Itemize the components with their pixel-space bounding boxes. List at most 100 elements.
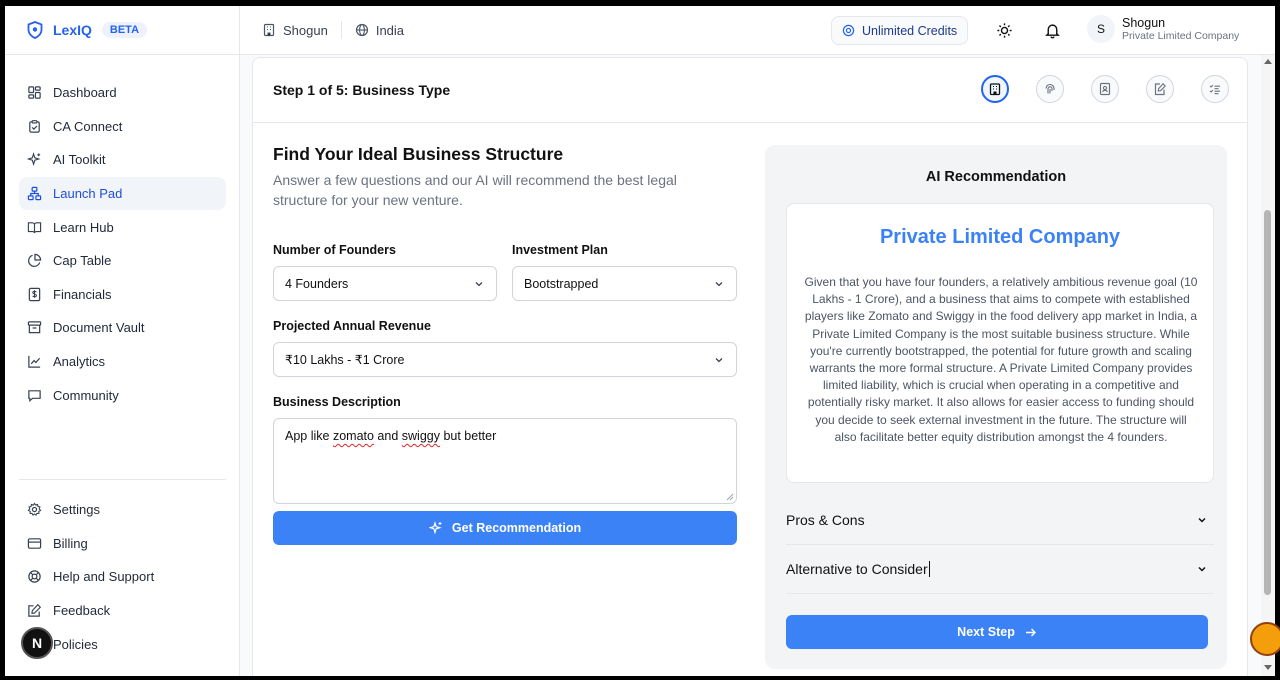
step-5-checklist-icon[interactable]: [1201, 75, 1229, 103]
main-content: Step 1 of 5: Business Type Find Your Ide…: [240, 55, 1275, 676]
user-menu[interactable]: S Shogun Private Limited Company: [1087, 15, 1239, 43]
sidebar-item-launch-pad[interactable]: Launch Pad: [19, 176, 226, 211]
chevron-down-icon: [715, 358, 723, 363]
step-4-document-edit-icon[interactable]: [1146, 75, 1174, 103]
sidebar-item-community[interactable]: Community: [19, 378, 226, 412]
recommended-structure: Private Limited Company: [879, 226, 1121, 248]
avatar: S: [1087, 15, 1115, 43]
sidebar-item-financials[interactable]: Financials: [19, 278, 226, 312]
alternative-label: Alternative to Consider: [786, 561, 928, 577]
clipboard-check-icon: [27, 119, 42, 134]
user-name: Shogun: [1122, 15, 1166, 30]
scrollbar-thumb[interactable]: [1264, 210, 1271, 595]
app-window: LexIQ BETA Dashboard CA Connect AI Toolk…: [5, 6, 1275, 676]
sidebar: LexIQ BETA Dashboard CA Connect AI Toolk…: [5, 6, 240, 676]
text-cursor: [928, 561, 930, 577]
credits-button[interactable]: Unlimited Credits: [831, 16, 969, 45]
sidebar-item-label: Settings: [53, 502, 100, 518]
scrollbar[interactable]: [1261, 55, 1275, 676]
sidebar-item-billing[interactable]: Billing: [19, 527, 226, 561]
founders-label: Number of Founders: [273, 243, 396, 257]
resize-handle-icon[interactable]: [726, 493, 734, 501]
workspace-selector[interactable]: Shogun: [240, 23, 328, 38]
sidebar-item-label: Learn Hub: [53, 219, 114, 235]
description-textarea[interactable]: App like zomato and swiggy but better: [273, 418, 737, 504]
chevron-down-icon: [715, 282, 723, 287]
pros-cons-accordion[interactable]: Pros & Cons: [786, 496, 1214, 545]
step-1-building-icon[interactable]: [981, 75, 1009, 103]
sidebar-item-cap-table[interactable]: Cap Table: [19, 244, 226, 278]
description-text: App like: [285, 429, 333, 443]
investment-label: Investment Plan: [512, 243, 608, 257]
chevron-down-icon: [475, 282, 483, 287]
get-recommendation-button[interactable]: Get Recommendation: [273, 511, 737, 545]
misspelled-word: zomato: [332, 429, 374, 443]
scroll-up-arrow-icon[interactable]: [1264, 59, 1272, 64]
step-2-fingerprint-icon[interactable]: [1036, 75, 1064, 103]
brand[interactable]: LexIQ BETA: [5, 6, 239, 55]
sidebar-item-help-and-support[interactable]: Help and Support: [19, 560, 226, 594]
chevron-down-icon: [1198, 517, 1206, 523]
floating-widget-icon[interactable]: [1250, 622, 1280, 656]
description-text: but better: [439, 429, 497, 443]
description-label: Business Description: [273, 395, 401, 409]
sparkles-icon: [27, 152, 42, 167]
chevron-down-icon: [1198, 566, 1206, 572]
founders-value: 4 Founders: [285, 276, 349, 291]
sidebar-item-feedback[interactable]: Feedback: [19, 594, 226, 628]
form-heading: Find Your Ideal Business Structure: [273, 144, 564, 164]
edit-icon: [27, 603, 42, 618]
user-role: Private Limited Company: [1122, 29, 1240, 42]
founders-select[interactable]: 4 Founders: [273, 266, 497, 301]
misspelled-word: swiggy: [401, 429, 440, 443]
pie-chart-icon: [27, 253, 42, 268]
alternative-accordion[interactable]: Alternative to Consider: [786, 545, 1214, 594]
sidebar-item-label: Financials: [53, 286, 112, 302]
credits-label: Unlimited Credits: [862, 23, 958, 38]
recommendation-text: Given that you have four founders, a rel…: [804, 275, 1198, 444]
sidebar-item-label: Feedback: [53, 603, 111, 619]
sidebar-item-analytics[interactable]: Analytics: [19, 345, 226, 379]
scroll-down-arrow-icon[interactable]: [1264, 665, 1272, 670]
sidebar-item-ai-toolkit[interactable]: AI Toolkit: [19, 143, 226, 177]
dashboard-icon: [27, 85, 42, 100]
theme-toggle-sun-icon[interactable]: [995, 21, 1013, 39]
next-step-button[interactable]: Next Step: [786, 615, 1208, 649]
investment-value: Bootstrapped: [524, 276, 599, 291]
revenue-value: ₹10 Lakhs - ₹1 Crore: [285, 353, 405, 367]
sidebar-divider: [19, 479, 226, 480]
chat-icon: [27, 388, 42, 403]
sidebar-item-settings[interactable]: Settings: [19, 493, 226, 527]
sidebar-item-learn-hub[interactable]: Learn Hub: [19, 210, 226, 244]
region-selector[interactable]: India: [342, 23, 404, 38]
launch-pad-icon: [27, 186, 42, 201]
shield-logo-icon: [25, 20, 45, 40]
brand-name: LexIQ: [53, 22, 92, 38]
ai-recommendation-panel: AI Recommendation Private Limited Compan…: [765, 145, 1227, 669]
beta-badge: BETA: [101, 22, 148, 38]
get-recommendation-label: Get Recommendation: [451, 521, 582, 535]
sidebar-item-label: Cap Table: [53, 253, 112, 269]
investment-select[interactable]: Bootstrapped: [512, 266, 737, 301]
archive-icon: [27, 320, 42, 335]
topbar: Shogun India Unlimited Credits S Shogun …: [240, 6, 1275, 55]
bell-icon[interactable]: [1043, 21, 1061, 39]
revenue-label: Projected Annual Revenue: [273, 319, 431, 333]
dev-tools-badge[interactable]: N: [21, 627, 53, 659]
sidebar-item-document-vault[interactable]: Document Vault: [19, 311, 226, 345]
sidebar-item-label: AI Toolkit: [53, 152, 106, 168]
step-3-id-card-icon[interactable]: [1091, 75, 1119, 103]
business-form: Find Your Ideal Business Structure Answe…: [273, 144, 738, 545]
step-title: Step 1 of 5: Business Type: [273, 82, 451, 98]
sidebar-item-label: Dashboard: [53, 85, 117, 101]
revenue-select[interactable]: ₹10 Lakhs - ₹1 Crore: [273, 342, 737, 377]
target-icon: [842, 24, 855, 37]
workspace-name: Shogun: [283, 22, 328, 38]
sidebar-item-ca-connect[interactable]: CA Connect: [19, 110, 226, 144]
recommendation-box: Private Limited Company Given that you h…: [786, 203, 1214, 483]
sidebar-item-dashboard[interactable]: Dashboard: [19, 76, 226, 110]
lifebuoy-icon: [27, 569, 42, 584]
sidebar-item-label: Community: [53, 387, 119, 403]
wizard-card: Step 1 of 5: Business Type Find Your Ide…: [252, 57, 1248, 676]
sidebar-item-label: Policies: [53, 636, 98, 652]
